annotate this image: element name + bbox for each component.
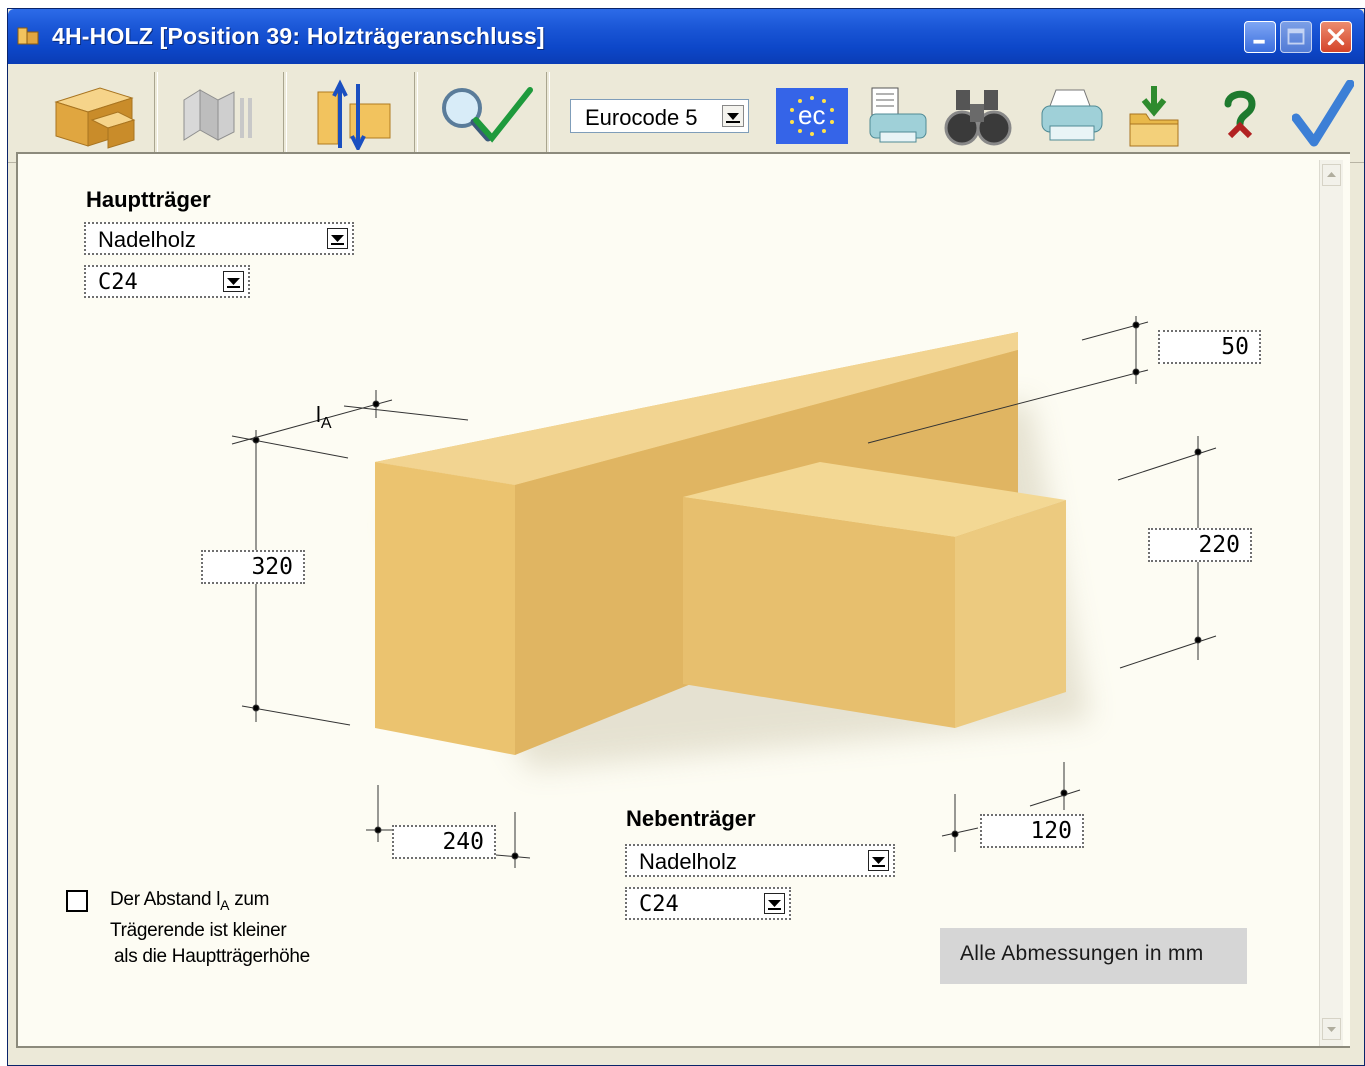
offset-top-input[interactable]: 50: [1158, 330, 1261, 364]
main-beam-front: [375, 462, 515, 755]
label-subscript: A: [220, 897, 230, 913]
offset-top-value: 50: [1221, 334, 1249, 360]
end-distance-checkbox[interactable]: [66, 890, 88, 912]
end-distance-label-line3: als die Hauptträgerhöhe: [114, 946, 310, 967]
main-height-input[interactable]: 320: [201, 550, 305, 584]
secondary-width-input[interactable]: 120: [980, 814, 1084, 848]
secondary-beam-heading: Nebenträger: [626, 806, 756, 831]
secondary-height-value: 220: [1198, 532, 1240, 558]
main-beam-grade-select[interactable]: C24: [84, 265, 250, 298]
main-beam-material-value: Nadelholz: [98, 227, 196, 252]
la-subscript: A: [320, 415, 332, 432]
main-height-value: 320: [251, 554, 293, 580]
main-beam-grade-value: C24: [98, 270, 138, 295]
units-note-text: Alle Abmessungen in mm: [960, 942, 1204, 965]
end-distance-label: Der Abstand lA zum Trägerende ist kleine…: [110, 887, 310, 970]
secondary-beam-grade-value: C24: [639, 892, 679, 917]
secondary-width-value: 120: [1030, 818, 1072, 844]
secondary-height-input[interactable]: 220: [1148, 528, 1252, 562]
main-beam-material-select[interactable]: Nadelholz: [84, 222, 354, 255]
chevron-down-icon[interactable]: [764, 893, 785, 914]
secondary-beam-grade-select[interactable]: C24: [625, 887, 791, 920]
units-note: Alle Abmessungen in mm: [940, 928, 1247, 984]
label-text: zum: [229, 889, 270, 910]
end-distance-label-line1: Der Abstand lA zum: [110, 887, 310, 918]
secondary-beam-material-value: Nadelholz: [639, 849, 737, 874]
label-text: Der Abstand l: [110, 889, 221, 910]
chevron-down-icon[interactable]: [868, 850, 889, 871]
main-width-input[interactable]: 240: [392, 825, 496, 859]
secondary-beam-side: [955, 500, 1066, 728]
end-distance-label-line2: Trägerende ist kleiner: [110, 920, 287, 941]
chevron-down-icon[interactable]: [327, 228, 348, 249]
chevron-down-icon[interactable]: [223, 271, 244, 292]
main-width-value: 240: [442, 829, 484, 855]
main-beam-heading: Hauptträger: [86, 187, 211, 212]
secondary-beam-material-select[interactable]: Nadelholz: [625, 844, 895, 877]
la-dimension-label: lA: [316, 402, 332, 433]
